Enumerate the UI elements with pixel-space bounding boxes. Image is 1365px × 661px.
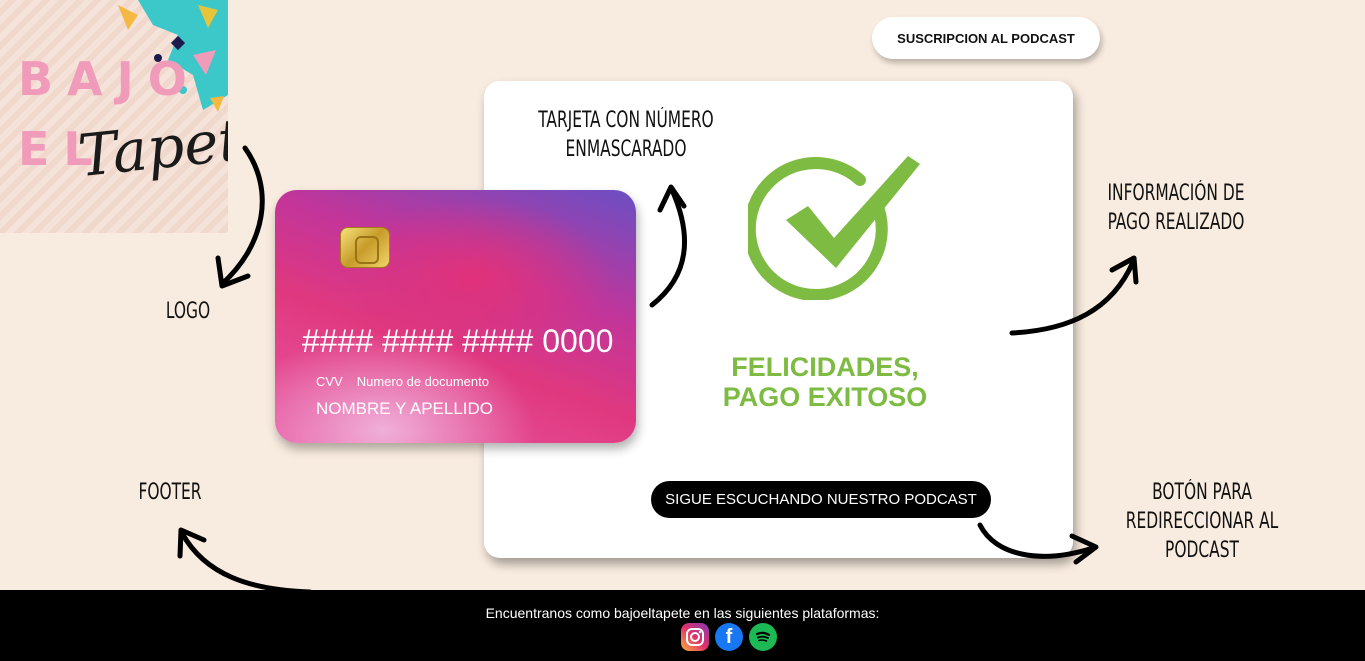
annotation-card: TARJETA CON NÚMERO ENMASCARADO <box>538 108 714 162</box>
success-line-1: FELICIDADES, <box>731 352 919 382</box>
instagram-icon[interactable] <box>681 623 709 651</box>
card-number: #### #### #### 0000 <box>302 323 614 359</box>
success-line-2: PAGO EXITOSO <box>722 382 928 412</box>
logo[interactable]: BAJO EL Tapete <box>0 0 228 233</box>
arrow-payment-head <box>1109 255 1139 285</box>
card-chip-icon <box>340 227 390 268</box>
facebook-icon[interactable]: f <box>715 623 743 651</box>
footer: Encuentranos como bajoeltapete en las si… <box>0 590 1365 661</box>
masked-credit-card: #### #### #### 0000 CVV Numero de documen… <box>275 190 636 443</box>
annotation-payment-info: INFORMACIÓN DE PAGO REALIZADO <box>1107 181 1245 235</box>
social-links: f <box>681 623 777 651</box>
logo-text-bajo: BAJO <box>18 52 201 106</box>
arrow-logo <box>219 145 265 287</box>
arrow-footer-head <box>177 527 207 559</box>
subscribe-button[interactable]: SUSCRIPCION AL PODCAST <box>872 17 1100 59</box>
card-meta: CVV Numero de documento <box>316 374 489 389</box>
arrow-logo-head <box>215 255 251 289</box>
card-cvv-label: CVV <box>316 374 343 389</box>
annotation-logo: LOGO <box>165 299 211 324</box>
annotation-redirect-button: BOTÓN PARA REDIRECCIONAR AL PODCAST <box>1125 480 1279 563</box>
footer-text: Encuentranos como bajoeltapete en las si… <box>485 605 880 621</box>
arrow-button-head <box>1069 533 1099 565</box>
annotation-footer: FOOTER <box>138 480 202 505</box>
spotify-icon[interactable] <box>749 623 777 651</box>
card-holder-name: NOMBRE Y APELLIDO <box>316 399 493 418</box>
check-circle-icon <box>748 156 920 300</box>
arrow-footer <box>179 530 313 595</box>
continue-listening-button[interactable]: SIGUE ESCUCHANDO NUESTRO PODCAST <box>651 481 991 518</box>
payment-success-message: FELICIDADES, PAGO EXITOSO <box>700 352 950 412</box>
card-document-label: Numero de documento <box>356 374 489 389</box>
